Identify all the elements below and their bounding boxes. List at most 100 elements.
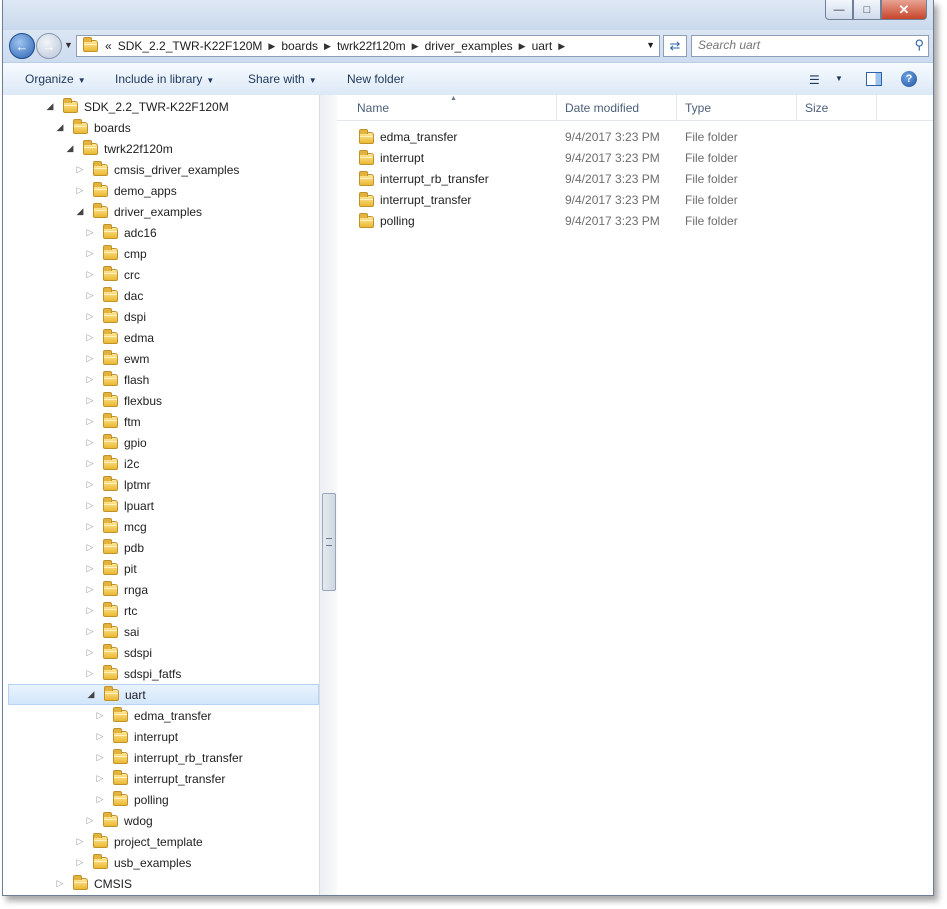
tree-item[interactable]: ▷ sdspi_fatfs — [85, 663, 181, 684]
expanded-arrow-icon[interactable]: ◢ — [55, 122, 65, 133]
collapsed-arrow-icon[interactable]: ▷ — [95, 794, 105, 805]
expanded-arrow-icon[interactable]: ◢ — [75, 206, 85, 217]
minimize-button[interactable]: — — [825, 0, 853, 20]
file-row[interactable]: polling 9/4/2017 3:23 PM File folder — [337, 211, 897, 232]
collapsed-arrow-icon[interactable]: ▷ — [85, 395, 95, 406]
collapsed-arrow-icon[interactable]: ▷ — [85, 563, 95, 574]
tree-item[interactable]: ▷ demo_apps — [75, 180, 177, 201]
tree-item[interactable]: ▷ cmsis_driver_examples — [75, 159, 239, 180]
collapsed-arrow-icon[interactable]: ▷ — [85, 248, 95, 259]
collapsed-arrow-icon[interactable]: ▷ — [85, 521, 95, 532]
view-details-icon[interactable]: ☰ — [809, 73, 820, 87]
collapsed-arrow-icon[interactable]: ▷ — [75, 857, 85, 868]
tree-item[interactable]: ▷ wdog — [85, 810, 153, 831]
tree-item[interactable]: ▷ ftm — [85, 411, 141, 432]
tree-item[interactable]: ▷ i2c — [85, 453, 139, 474]
navigation-pane-scrollbar[interactable] — [319, 95, 337, 895]
collapsed-arrow-icon[interactable]: ▷ — [85, 626, 95, 637]
tree-item[interactable]: ▷ CMSIS — [55, 873, 132, 894]
collapsed-arrow-icon[interactable]: ▷ — [95, 773, 105, 784]
tree-item[interactable]: ▷ flexbus — [85, 390, 162, 411]
file-row[interactable]: interrupt 9/4/2017 3:23 PM File folder — [337, 148, 897, 169]
tree-item[interactable]: ▷ interrupt_transfer — [95, 768, 225, 789]
tree-item[interactable]: ▷ lptmr — [85, 474, 151, 495]
breadcrumb-twrk22f120m[interactable]: twrk22f120m — [334, 39, 409, 53]
collapsed-arrow-icon[interactable]: ▷ — [85, 416, 95, 427]
tree-item[interactable]: ◢ SDK_2.2_TWR-K22F120M — [45, 96, 229, 117]
breadcrumb-separator-icon[interactable]: ▶ — [321, 41, 334, 52]
collapsed-arrow-icon[interactable]: ▷ — [85, 290, 95, 301]
tree-item[interactable]: ▷ rtc — [85, 600, 137, 621]
file-row[interactable]: interrupt_rb_transfer 9/4/2017 3:23 PM Fil… — [337, 169, 897, 190]
tree-item[interactable]: ▷ project_template — [75, 831, 203, 852]
refresh-button[interactable]: ⇄ — [663, 35, 687, 57]
help-button[interactable]: ? — [901, 71, 917, 87]
tree-item[interactable]: ▷ lpuart — [85, 495, 154, 516]
tree-item[interactable]: ▷ pit — [85, 558, 137, 579]
column-header-date-modified[interactable]: Date modified — [557, 95, 677, 120]
collapsed-arrow-icon[interactable]: ▷ — [85, 668, 95, 679]
column-header-type[interactable]: Type — [677, 95, 797, 120]
breadcrumb-separator-icon[interactable]: ▶ — [516, 41, 529, 52]
maximize-button[interactable]: □ — [853, 0, 881, 20]
breadcrumb-uart[interactable]: uart — [529, 39, 556, 53]
collapsed-arrow-icon[interactable]: ▷ — [85, 269, 95, 280]
tree-item[interactable]: ▷ flash — [85, 369, 149, 390]
collapsed-arrow-icon[interactable]: ▷ — [75, 164, 85, 175]
address-bar[interactable]: « SDK_2.2_TWR-K22F120M ▶ boards ▶ twrk22… — [76, 35, 660, 57]
collapsed-arrow-icon[interactable]: ▷ — [85, 647, 95, 658]
tree-item[interactable]: ◢ twrk22f120m — [65, 138, 173, 159]
collapsed-arrow-icon[interactable]: ▷ — [85, 374, 95, 385]
tree-item[interactable]: ▷ gpio — [85, 432, 147, 453]
breadcrumb-separator-icon[interactable]: ▶ — [409, 41, 422, 52]
collapsed-arrow-icon[interactable]: ▷ — [95, 752, 105, 763]
collapsed-arrow-icon[interactable]: ▷ — [85, 479, 95, 490]
breadcrumb-driver-examples[interactable]: driver_examples — [422, 39, 516, 53]
collapsed-arrow-icon[interactable]: ▷ — [75, 836, 85, 847]
collapsed-arrow-icon[interactable]: ▷ — [95, 710, 105, 721]
collapsed-arrow-icon[interactable]: ▷ — [85, 311, 95, 322]
breadcrumb-separator-icon[interactable]: ▶ — [555, 41, 568, 52]
tree-item[interactable]: ▷ adc16 — [85, 222, 157, 243]
include-in-library-menu[interactable]: Include in library ▼ — [115, 72, 214, 86]
share-with-menu[interactable]: Share with ▼ — [248, 72, 317, 86]
collapsed-arrow-icon[interactable]: ▷ — [85, 542, 95, 553]
collapsed-arrow-icon[interactable]: ▷ — [85, 500, 95, 511]
tree-item[interactable]: ▷ crc — [85, 264, 140, 285]
tree-item[interactable]: ▷ sai — [85, 621, 139, 642]
collapsed-arrow-icon[interactable]: ▷ — [85, 353, 95, 364]
breadcrumb-overflow[interactable]: « — [102, 39, 115, 53]
collapsed-arrow-icon[interactable]: ▷ — [85, 437, 95, 448]
tree-item[interactable]: ▷ pdb — [85, 537, 144, 558]
breadcrumb-sdk[interactable]: SDK_2.2_TWR-K22F120M — [115, 39, 266, 53]
collapsed-arrow-icon[interactable]: ▷ — [85, 227, 95, 238]
view-options-dropdown-icon[interactable]: ▼ — [835, 74, 843, 83]
search-input[interactable] — [692, 36, 904, 54]
file-row[interactable]: interrupt_transfer 9/4/2017 3:23 PM File f… — [337, 190, 897, 211]
collapsed-arrow-icon[interactable]: ▷ — [85, 605, 95, 616]
tree-item[interactable]: ◢ driver_examples — [75, 201, 202, 222]
back-button[interactable]: ← — [9, 33, 35, 59]
column-header-size[interactable]: Size — [797, 95, 877, 120]
column-header-name[interactable]: Name — [349, 95, 557, 120]
forward-button[interactable]: → — [36, 33, 62, 59]
expanded-arrow-icon[interactable]: ◢ — [86, 689, 96, 700]
organize-menu[interactable]: Organize ▼ — [25, 72, 86, 86]
collapsed-arrow-icon[interactable]: ▷ — [85, 332, 95, 343]
preview-pane-button[interactable] — [866, 72, 882, 86]
new-folder-button[interactable]: New folder — [347, 72, 404, 86]
breadcrumb-separator-icon[interactable]: ▶ — [265, 41, 278, 52]
tree-item[interactable]: ◢ uart — [8, 684, 319, 705]
tree-item[interactable]: ▷ interrupt — [95, 726, 178, 747]
tree-item[interactable]: ▷ usb_examples — [75, 852, 191, 873]
close-button[interactable]: ✕ — [881, 0, 927, 20]
collapsed-arrow-icon[interactable]: ▷ — [75, 185, 85, 196]
search-icon[interactable]: ⚲ — [914, 37, 924, 53]
recent-pages-dropdown[interactable]: ▼ — [64, 40, 73, 50]
collapsed-arrow-icon[interactable]: ▷ — [95, 731, 105, 742]
tree-item[interactable]: ▷ edma — [85, 327, 154, 348]
tree-item[interactable]: ▷ dac — [85, 285, 143, 306]
file-row[interactable]: edma_transfer 9/4/2017 3:23 PM File folder — [337, 127, 897, 148]
tree-item[interactable]: ▷ rnga — [85, 579, 148, 600]
expanded-arrow-icon[interactable]: ◢ — [45, 101, 55, 112]
